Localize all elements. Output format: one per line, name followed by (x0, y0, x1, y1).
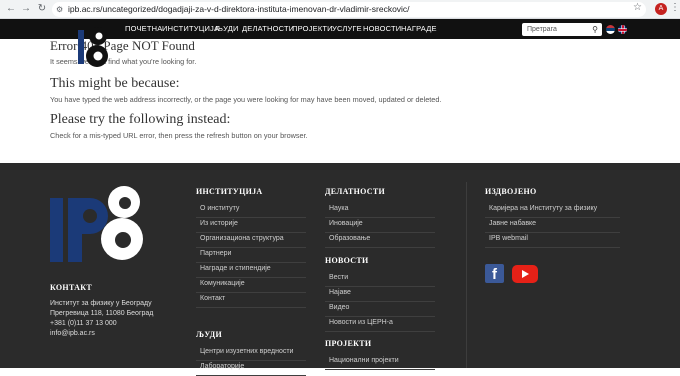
reload-icon[interactable]: ↻ (36, 3, 48, 15)
site-info-icon[interactable]: ⚙ (56, 2, 63, 17)
featured-heading: ИЗДВОЈЕНО (485, 187, 537, 196)
menu-item-services[interactable]: УСЛУГЕ (332, 19, 362, 39)
news-heading: НОВОСТИ (325, 256, 369, 265)
suggestions-text: Check for a mis-typed URL error, then pr… (50, 131, 308, 140)
footer-link-announcements[interactable]: Најаве (325, 287, 435, 302)
contact-heading: КОНТАКТ (50, 283, 92, 292)
footer-link-science[interactable]: Наука (325, 203, 435, 218)
browser-toolbar: ← → ↻ ⚙ ipb.ac.rs/uncategorized/dogadjaj… (0, 0, 680, 19)
url-text: ipb.ac.rs/uncategorized/dogadjaji-za-v-d… (68, 4, 410, 14)
serbian-flag-icon[interactable] (606, 25, 615, 34)
address-bar[interactable]: ⚙ ipb.ac.rs/uncategorized/dogadjaji-za-v… (52, 2, 646, 17)
reasons-text: You have typed the web address incorrect… (50, 95, 442, 104)
footer-link-partners[interactable]: Партнери (196, 248, 306, 263)
activities-heading: ДЕЛАТНОСТИ (325, 187, 385, 196)
institution-heading: ИНСТИТУЦИЈА (196, 187, 263, 196)
forward-icon[interactable]: → (20, 3, 32, 15)
people-heading: ЉУДИ (196, 330, 223, 339)
footer-divider (466, 182, 467, 368)
footer-link-about[interactable]: О институту (196, 203, 306, 218)
footer-link-education[interactable]: Образовање (325, 233, 435, 248)
footer-link-innovation[interactable]: Иновације (325, 218, 435, 233)
search-placeholder: Претрага (527, 26, 557, 33)
contact-phone[interactable]: +381 (0)11 37 13 000 (50, 319, 117, 329)
footer-link-history[interactable]: Из историје (196, 218, 306, 233)
reasons-heading: This might be because: (50, 76, 180, 91)
footer-link-careers[interactable]: Каријера на Институту за физику (485, 203, 620, 218)
facebook-icon[interactable]: f (485, 264, 504, 283)
footer-link-national-projects[interactable]: Национални пројекти (325, 355, 435, 370)
back-icon[interactable]: ← (5, 3, 17, 15)
menu-item-institution[interactable]: ИНСТИТУЦИЈА (162, 19, 219, 39)
english-flag-icon[interactable] (618, 25, 627, 34)
search-icon[interactable]: ⚲ (592, 23, 598, 36)
suggestions-heading: Please try the following instead: (50, 112, 231, 127)
error-message: It seems we can't find what you're looki… (50, 57, 197, 66)
footer-link-structure[interactable]: Организациона структура (196, 233, 306, 248)
ipb-logo-icon[interactable] (78, 24, 108, 70)
menu-item-awards[interactable]: НАГРАДЕ (401, 19, 437, 39)
menu-item-projects[interactable]: ПРОЈЕКТИ (292, 19, 333, 39)
search-input[interactable]: Претрага ⚲ (522, 23, 602, 36)
footer-link-webmail[interactable]: IPB webmail (485, 233, 620, 248)
footer-link-contact[interactable]: Контакт (196, 293, 306, 308)
footer-link-video[interactable]: Видео (325, 302, 435, 317)
contact-address: Прегревица 118, 11080 Београд (50, 310, 154, 317)
browser-menu-icon[interactable]: ⋮ (670, 2, 680, 13)
footer-link-news[interactable]: Вести (325, 272, 435, 287)
footer-link-awards[interactable]: Награде и стипендије (196, 263, 306, 278)
youtube-icon[interactable] (512, 265, 538, 283)
error-title: Error 404 Page NOT Found (50, 38, 195, 53)
menu-item-people[interactable]: ЉУДИ (215, 19, 239, 39)
footer-link-communications[interactable]: Комуникације (196, 278, 306, 293)
profile-avatar[interactable]: A (655, 3, 667, 15)
bookmark-star-icon[interactable]: ☆ (633, 2, 642, 13)
footer-link-cern-news[interactable]: Новости из ЦЕРН-а (325, 317, 435, 332)
footer-link-labs[interactable]: Лабораторије (196, 361, 306, 376)
footer-ipb-logo-icon[interactable] (50, 184, 144, 268)
menu-item-home[interactable]: ПОЧЕТНА (125, 19, 162, 39)
projects-heading: ПРОЈЕКТИ (325, 339, 372, 348)
footer-link-procurement[interactable]: Јавне набавке (485, 218, 620, 233)
contact-email[interactable]: info@ipb.ac.rs (50, 329, 95, 339)
menu-item-news[interactable]: НОВОСТИ (363, 19, 401, 39)
menu-item-activities[interactable]: ДЕЛАТНОСТИ (242, 19, 294, 39)
contact-institute: Институт за физику у Београду (50, 300, 152, 307)
footer-link-centers[interactable]: Центри изузетних вредности (196, 346, 306, 361)
